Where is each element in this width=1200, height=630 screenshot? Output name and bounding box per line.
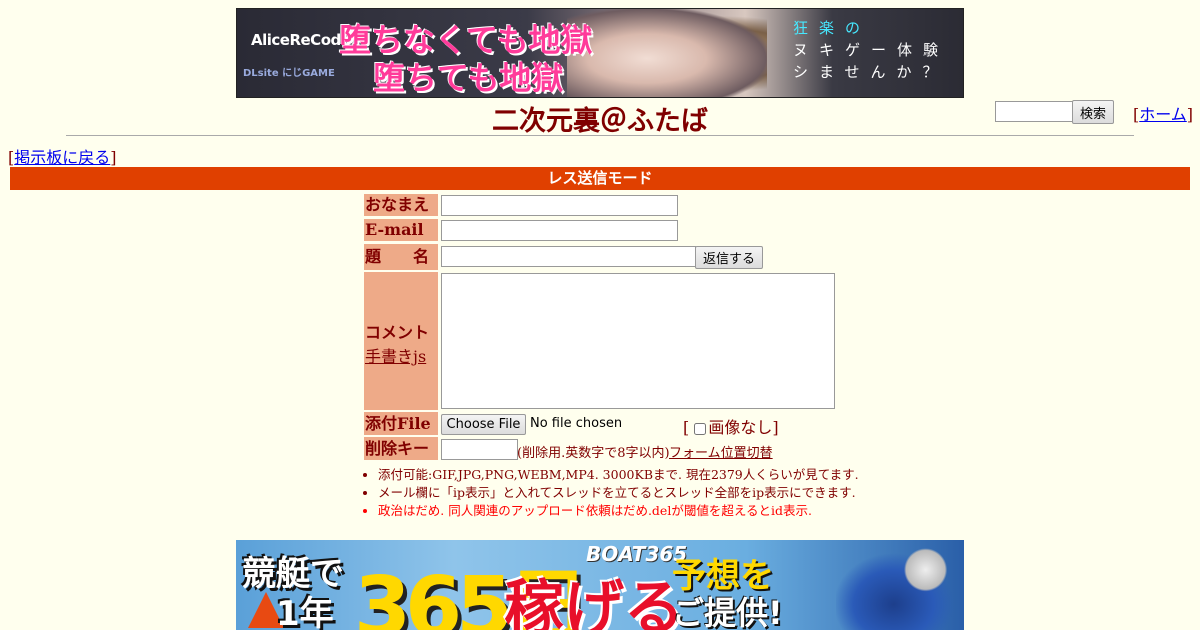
ad-bottom-line2: 1年 bbox=[276, 594, 334, 630]
bottom-banner-ad[interactable]: 競艇で 1年 365日 稼げる BOAT365 予想を ご提供! bbox=[236, 540, 964, 630]
back-to-board-link[interactable]: 掲示板に戻る bbox=[14, 148, 110, 167]
ad-store-logo: DLsite にじGAME bbox=[243, 68, 335, 79]
noimage-label: 画像なし bbox=[708, 418, 773, 437]
note-item-warning: 政治はだめ. 同人関連のアップロード依頼はだめ.delが閾値を超えるとid表示. bbox=[378, 502, 862, 520]
file-status: No file chosen bbox=[530, 416, 623, 431]
email-input[interactable] bbox=[441, 220, 678, 241]
comment-label-cell: コメント 手書きjs bbox=[364, 272, 438, 410]
submit-reply-button[interactable]: 返信する bbox=[695, 246, 763, 269]
subject-input[interactable] bbox=[441, 246, 696, 267]
ad-side-line3: シませんか？ bbox=[793, 63, 949, 81]
back-link-wrapper: [掲示板に戻る] bbox=[8, 148, 117, 167]
ad-bottom-verb: 稼げる bbox=[504, 574, 684, 630]
ad-side-copy: 狂楽の ヌキゲー体験 シませんか？ bbox=[793, 17, 949, 83]
subject-label: 題 名 bbox=[364, 244, 438, 270]
home-link[interactable]: ホーム bbox=[1139, 105, 1187, 124]
noimage-wrapper: [ 画像なし] bbox=[683, 418, 779, 437]
reply-mode-bar: レス送信モード bbox=[10, 167, 1190, 190]
search-button[interactable]: 検索 bbox=[1072, 100, 1114, 124]
form-position-toggle-link[interactable]: フォーム位置切替 bbox=[669, 442, 773, 461]
ad-side-line1: 狂楽の bbox=[793, 19, 872, 37]
file-label: 添付File bbox=[364, 412, 438, 435]
name-label: おなまえ bbox=[364, 194, 438, 216]
tegaki-link[interactable]: 手書きjs bbox=[365, 347, 426, 366]
ad-boat-racer-image bbox=[836, 544, 964, 630]
comment-textarea[interactable] bbox=[441, 273, 835, 409]
noimage-checkbox[interactable] bbox=[694, 422, 707, 435]
choose-file-button[interactable]: Choose File bbox=[441, 414, 526, 435]
email-label: E-mail bbox=[364, 219, 438, 241]
ad-illustration bbox=[567, 9, 767, 97]
posting-notes: 添付可能:GIF,JPG,PNG,WEBM,MP4. 3000KBまで. 現在2… bbox=[362, 466, 862, 520]
delkey-label: 削除キー bbox=[364, 437, 438, 460]
delkey-input[interactable] bbox=[441, 439, 518, 460]
note-item: 添付可能:GIF,JPG,PNG,WEBM,MP4. 3000KBまで. 現在2… bbox=[378, 466, 862, 484]
ad-copy-line2: 堕ちても地獄 bbox=[373, 59, 564, 97]
comment-label: コメント bbox=[365, 323, 430, 342]
ad-brand-logo: AliceReCode bbox=[251, 31, 351, 49]
search-input[interactable] bbox=[995, 101, 1073, 122]
name-input[interactable] bbox=[441, 195, 678, 216]
header-divider bbox=[66, 135, 1134, 136]
delkey-hint: (削除用.英数字で8字以内) bbox=[517, 446, 670, 461]
note-item: メール欄に「ip表示」と入れてスレッドを立てるとスレッド全部をip表示にできます… bbox=[378, 484, 862, 502]
ad-bottom-line4: ご提供! bbox=[672, 594, 783, 630]
home-link-wrapper: [ホーム] bbox=[1133, 105, 1194, 124]
top-banner-ad[interactable]: AliceReCode DLsite にじGAME 堕ちなくても地獄 堕ちても地… bbox=[236, 8, 964, 98]
ad-side-line2: ヌキゲー体験 bbox=[793, 41, 950, 59]
